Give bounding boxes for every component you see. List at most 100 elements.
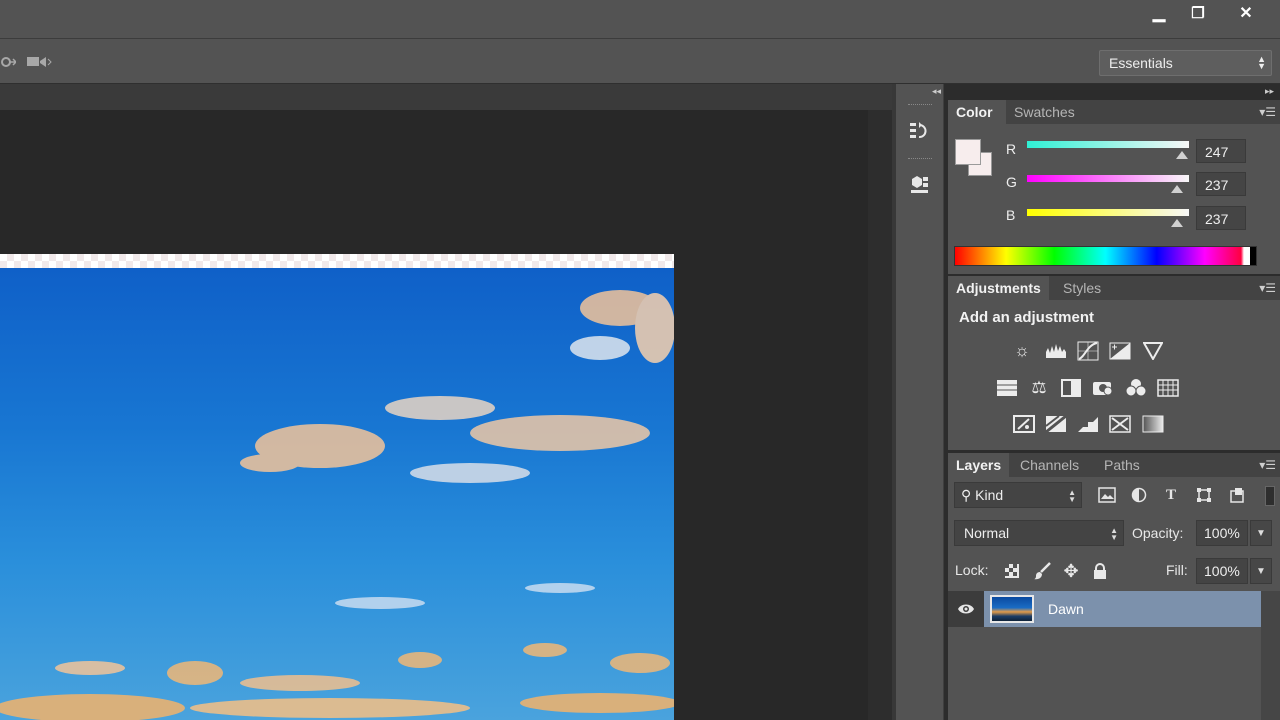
tab-adjustments[interactable]: Adjustments [948,276,1049,300]
fill-label: Fill: [1166,562,1188,578]
levels-icon[interactable] [1044,339,1068,363]
workspace-select[interactable]: Essentials ▲ ▼ [1099,50,1272,76]
tab-channels[interactable]: Channels [1012,453,1087,477]
lock-label: Lock: [955,562,989,578]
chevron-down-icon: ▼ [1256,565,1266,577]
color-lookup-icon[interactable] [1156,376,1180,400]
document-image[interactable] [0,254,674,720]
minimize-icon: ▁ [1152,5,1166,22]
adjustments-panel-tabs: Adjustments Styles ▾☰ [948,276,1280,300]
channel-b-slider[interactable] [1027,209,1189,216]
lock-transparent-pixels-icon[interactable] [1001,560,1023,582]
panel-menu-icon[interactable]: ▾☰ [1259,281,1276,295]
strip-grip[interactable] [908,158,932,160]
invert-icon[interactable] [1012,412,1036,436]
channel-r-thumb[interactable] [1176,151,1188,159]
document-tab-strip [0,84,892,110]
channel-r-slider[interactable] [1027,141,1189,148]
restore-icon: ❐ [1191,5,1205,22]
channel-g-thumb[interactable] [1171,185,1183,193]
layer-filter-select[interactable]: ⚲ Kind ▲ ▼ [954,482,1082,508]
tab-swatches[interactable]: Swatches [1006,100,1083,124]
3d-icon[interactable] [906,172,932,198]
tab-paths[interactable]: Paths [1096,453,1148,477]
layer-thumbnail[interactable] [990,595,1034,623]
opacity-dropdown-button[interactable]: ▼ [1250,520,1272,546]
posterize-icon[interactable] [1044,412,1068,436]
lock-image-pixels-icon[interactable] [1031,560,1053,582]
history-icon[interactable] [906,118,932,144]
collapse-dock-icon[interactable]: ◂◂ [932,86,941,97]
layer-item-selected[interactable]: Dawn [984,591,1261,627]
restore-button[interactable]: ❐ [1176,0,1220,26]
tab-color[interactable]: Color [948,100,1006,124]
channel-g-slider[interactable] [1027,175,1189,182]
title-bar: ▁ ❐ ✕ [0,0,1280,38]
channel-r-label: R [1006,141,1017,157]
channel-b-thumb[interactable] [1171,219,1183,227]
shape-layer-filter-icon[interactable] [1193,484,1215,506]
selective-color-icon[interactable] [1108,412,1132,436]
close-icon: ✕ [1239,5,1253,22]
fill-input[interactable]: 100% [1196,558,1248,584]
filter-toggle-switch[interactable] [1265,486,1275,506]
select-arrows-icon: ▲ ▼ [1068,488,1076,504]
curves-icon[interactable] [1076,339,1100,363]
channel-g-label: G [1006,174,1017,190]
layers-scrollbar[interactable] [1261,591,1280,720]
layer-row[interactable]: Dawn [948,591,1261,627]
lock-all-icon[interactable] [1089,560,1111,582]
chevron-down-icon: ▼ [1256,527,1266,539]
document-canvas-area[interactable] [0,84,892,720]
channel-b-value[interactable]: 237 [1196,206,1246,230]
exposure-icon[interactable] [1108,339,1132,363]
layers-panel-tabs: Layers Channels Paths ▾☰ [948,453,1280,477]
channel-r-value[interactable]: 247 [1196,139,1246,163]
rotate-3d-icon[interactable] [0,53,18,71]
hue-saturation-icon[interactable] [995,376,1019,400]
blend-mode-value: Normal [964,525,1010,541]
adjustment-layer-filter-icon[interactable] [1128,484,1150,506]
opacity-label: Opacity: [1132,525,1184,541]
foreground-color-swatch[interactable] [955,139,981,165]
tab-styles[interactable]: Styles [1055,276,1109,300]
channel-g-value[interactable]: 237 [1196,172,1246,196]
type-layer-filter-icon[interactable]: T [1160,484,1182,506]
smart-object-filter-icon[interactable] [1226,484,1248,506]
channel-mixer-icon[interactable] [1124,376,1148,400]
channel-b-label: B [1006,207,1016,223]
panel-menu-icon[interactable]: ▾☰ [1259,458,1276,472]
opacity-input[interactable]: 100% [1196,520,1248,546]
collapsed-panel-strip: ◂◂ [896,84,944,720]
photo-filter-icon[interactable] [1091,376,1115,400]
color-panel: Color Swatches ▾☰ R 247 G 237 B 237 [948,100,1280,274]
pixel-layer-filter-icon[interactable] [1096,484,1118,506]
brightness-contrast-icon[interactable]: ☼ [1010,339,1034,363]
vibrance-icon[interactable] [1141,339,1165,363]
color-balance-icon[interactable]: ⚖ [1027,376,1051,400]
tab-layers[interactable]: Layers [948,453,1010,477]
color-panel-tabs: Color Swatches ▾☰ [948,100,1280,124]
expand-dock-icon[interactable]: ▸▸ [1265,86,1274,97]
panel-menu-icon[interactable]: ▾☰ [1259,105,1276,119]
layer-name[interactable]: Dawn [1048,601,1084,617]
color-spectrum-ramp[interactable] [954,246,1257,266]
threshold-icon[interactable] [1076,412,1100,436]
vertical-scrollbar[interactable] [868,110,892,720]
layer-visibility-toggle[interactable] [948,591,984,627]
black-white-icon[interactable] [1059,376,1083,400]
close-button[interactable]: ✕ [1224,0,1268,26]
fill-dropdown-button[interactable]: ▼ [1250,558,1272,584]
video-camera-icon[interactable] [26,54,52,70]
blend-mode-select[interactable]: Normal ▲ ▼ [954,520,1124,546]
transparency-checkerboard [0,254,674,268]
strip-grip[interactable] [908,104,932,106]
layers-panel: Layers Channels Paths ▾☰ ⚲ Kind ▲ ▼ T Nor… [948,453,1280,720]
select-arrows-icon: ▲ ▼ [1110,526,1118,542]
gradient-map-icon[interactable] [1141,412,1165,436]
lock-position-icon[interactable]: ✥ [1060,560,1082,582]
layer-filter-value: Kind [975,487,1004,503]
adjustments-heading: Add an adjustment [959,309,1095,326]
workspace-value: Essentials [1109,55,1173,71]
minimize-button[interactable]: ▁ [1137,0,1181,26]
